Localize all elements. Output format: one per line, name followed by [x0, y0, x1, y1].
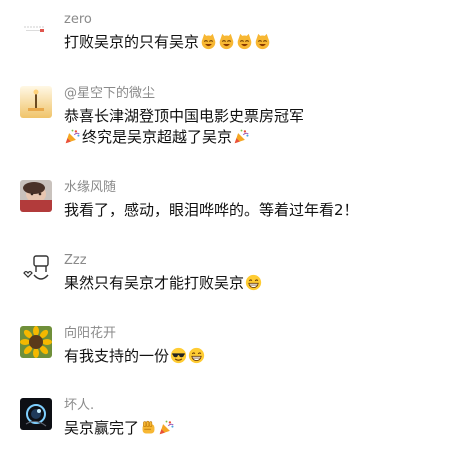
- comment-body: 打败吴京的只有吴京: [64, 33, 200, 51]
- comment-body: 终究是吴京超越了吴京: [82, 128, 233, 146]
- comment-text: 恭喜长津湖登顶中国电影史票房冠军 终究是吴京超越了吴京: [64, 106, 304, 148]
- cat-icon: [236, 33, 253, 50]
- party-popper-icon: [233, 128, 250, 145]
- avatar[interactable]: [20, 86, 52, 118]
- comment-author[interactable]: 向阳花开: [64, 326, 116, 342]
- fist-icon: [140, 419, 157, 436]
- comment-author[interactable]: 水缘风随: [64, 180, 116, 196]
- cat-icon: [254, 33, 271, 50]
- comment-body-line: 恭喜长津湖登顶中国电影史票房冠军: [64, 107, 305, 125]
- avatar[interactable]: [20, 253, 52, 285]
- comment-author[interactable]: 坏人.: [64, 398, 94, 414]
- party-popper-icon: [158, 419, 175, 436]
- sunglasses-icon: [170, 347, 187, 364]
- avatar[interactable]: [20, 398, 52, 430]
- comment-author[interactable]: Zzz: [64, 253, 87, 269]
- grin-icon: [188, 347, 205, 364]
- comment-text: 吴京赢完了: [64, 418, 175, 439]
- comment-text: 我看了，感动，眼泪哗哗的。等着过年看2！: [64, 201, 359, 219]
- comment-feed: zero 打败吴京的只有吴京 @星空下的微尘 恭喜长津湖登顶中国电影史票房冠军 …: [0, 0, 469, 457]
- comment-text: 打败吴京的只有吴京: [64, 32, 271, 53]
- comment-text: 有我支持的一份: [64, 346, 205, 367]
- cat-icon: [218, 33, 235, 50]
- cat-icon: [200, 33, 217, 50]
- grin-icon: [245, 274, 262, 291]
- comment-author[interactable]: zero: [64, 12, 92, 28]
- comment-body-line: 终究是吴京超越了吴京: [64, 127, 304, 148]
- avatar[interactable]: [20, 180, 52, 212]
- avatar[interactable]: [20, 326, 52, 358]
- avatar[interactable]: [20, 12, 52, 44]
- comment-author[interactable]: @星空下的微尘: [64, 86, 155, 102]
- comment-body: 吴京赢完了: [64, 419, 140, 437]
- comment-text: 果然只有吴京才能打败吴京: [64, 273, 262, 294]
- comment-body: 有我支持的一份: [64, 347, 170, 365]
- comment-body: 果然只有吴京才能打败吴京: [64, 274, 245, 292]
- party-popper-icon: [64, 128, 81, 145]
